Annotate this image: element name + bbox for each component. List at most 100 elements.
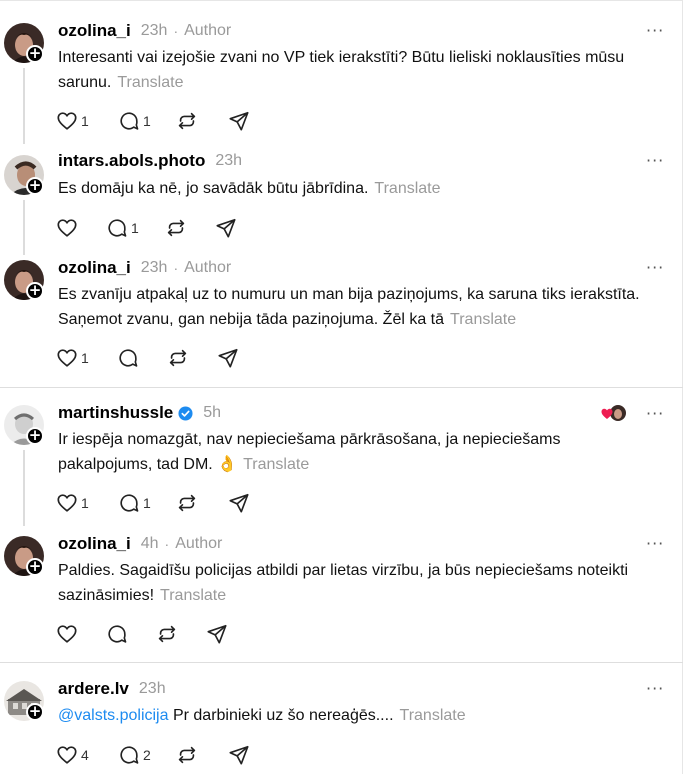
send-icon bbox=[229, 745, 249, 765]
share-button[interactable] bbox=[228, 109, 250, 133]
follow-plus-icon[interactable]: + bbox=[26, 45, 44, 63]
post-text: Es zvanīju atpakaļ uz to numuru un man b… bbox=[58, 282, 668, 332]
comment-icon bbox=[108, 219, 127, 237]
heart-icon bbox=[57, 494, 77, 512]
repost-icon bbox=[178, 494, 196, 512]
like-button[interactable]: 1 bbox=[56, 109, 118, 133]
heart-icon bbox=[57, 625, 77, 643]
avatar[interactable]: + bbox=[4, 536, 44, 576]
repost-icon bbox=[178, 746, 196, 764]
thread-divider bbox=[0, 387, 683, 388]
frame-top-border bbox=[0, 0, 683, 1]
post-text: @valsts.policija Pr darbinieki uz šo ner… bbox=[58, 703, 658, 728]
post-header: ozolina_i 23h · Author bbox=[58, 257, 231, 279]
more-options-icon[interactable]: ··· bbox=[646, 679, 664, 698]
translate-link[interactable]: Translate bbox=[400, 707, 466, 724]
comment-icon bbox=[120, 746, 139, 764]
post-actions: 1 bbox=[56, 216, 237, 240]
username[interactable]: ozolina_i bbox=[58, 534, 131, 554]
timestamp[interactable]: 5h bbox=[203, 404, 221, 422]
more-options-icon[interactable]: ··· bbox=[646, 404, 664, 423]
reply-button[interactable]: 1 bbox=[118, 109, 176, 133]
author-badge: Author bbox=[184, 259, 232, 276]
post-text-line: pakalpojums, tad DM. bbox=[58, 456, 213, 473]
more-options-icon[interactable]: ··· bbox=[646, 21, 664, 40]
translate-link[interactable]: Translate bbox=[117, 74, 183, 91]
post-actions: 1 bbox=[56, 346, 239, 370]
post-actions: 1 1 bbox=[56, 109, 250, 133]
like-count: 1 bbox=[81, 495, 89, 511]
username[interactable]: ardere.lv bbox=[58, 679, 129, 699]
separator-dot: · bbox=[173, 23, 179, 39]
follow-plus-icon[interactable]: + bbox=[26, 558, 44, 576]
like-button[interactable]: 4 bbox=[56, 743, 118, 767]
username[interactable]: intars.abols.photo bbox=[58, 151, 205, 171]
reply-count: 1 bbox=[143, 113, 151, 129]
repost-button[interactable] bbox=[156, 622, 206, 646]
more-options-icon[interactable]: ··· bbox=[646, 258, 664, 277]
follow-plus-icon[interactable]: + bbox=[26, 282, 44, 300]
post-actions: 1 1 bbox=[56, 491, 250, 515]
repost-button[interactable] bbox=[165, 216, 215, 240]
translate-link[interactable]: Translate bbox=[450, 311, 516, 328]
reply-button[interactable]: 2 bbox=[118, 743, 176, 767]
post-text-line: Ir iespēja nomazgāt, nav nepieciešama pā… bbox=[58, 431, 561, 448]
repost-button[interactable] bbox=[176, 491, 228, 515]
timestamp[interactable]: 4h bbox=[141, 535, 159, 553]
translate-link[interactable]: Translate bbox=[160, 587, 226, 604]
avatar[interactable]: + bbox=[4, 260, 44, 300]
repost-button[interactable] bbox=[176, 109, 228, 133]
thread-line bbox=[23, 450, 25, 526]
reply-button[interactable]: 1 bbox=[106, 216, 165, 240]
timestamp[interactable]: 23h bbox=[215, 152, 242, 170]
share-button[interactable] bbox=[228, 491, 250, 515]
reply-count: 1 bbox=[131, 220, 139, 236]
post-header: martinshussle 5h bbox=[58, 402, 221, 424]
ok-hand-emoji: 👌 bbox=[217, 456, 238, 473]
avatar[interactable]: + bbox=[4, 681, 44, 721]
share-button[interactable] bbox=[215, 216, 237, 240]
username[interactable]: ozolina_i bbox=[58, 21, 131, 41]
post-text-line: Es zvanīju atpakaļ uz to numuru un man b… bbox=[58, 286, 640, 303]
send-icon bbox=[229, 111, 249, 131]
liked-by-author-icon bbox=[601, 405, 626, 421]
like-count: 4 bbox=[81, 747, 89, 763]
reply-button[interactable]: 1 bbox=[118, 491, 176, 515]
username[interactable]: martinshussle bbox=[58, 403, 173, 423]
repost-button[interactable] bbox=[176, 743, 228, 767]
mention-link[interactable]: @valsts.policija bbox=[58, 707, 169, 724]
share-button[interactable] bbox=[217, 346, 239, 370]
timestamp[interactable]: 23h bbox=[139, 680, 166, 698]
follow-plus-icon[interactable]: + bbox=[26, 427, 44, 445]
post-header: ardere.lv 23h bbox=[58, 678, 166, 700]
avatar[interactable]: + bbox=[4, 155, 44, 195]
share-button[interactable] bbox=[206, 622, 228, 646]
more-options-icon[interactable]: ··· bbox=[646, 151, 664, 170]
like-button[interactable] bbox=[56, 622, 106, 646]
reply-count: 2 bbox=[143, 747, 151, 763]
like-button[interactable]: 1 bbox=[56, 491, 118, 515]
username[interactable]: ozolina_i bbox=[58, 258, 131, 278]
post-text: Paldies. Sagaidīšu policijas atbildi par… bbox=[58, 558, 668, 608]
repost-icon bbox=[178, 112, 196, 130]
like-button[interactable]: 1 bbox=[56, 346, 117, 370]
follow-plus-icon[interactable]: + bbox=[26, 177, 44, 195]
post-header: intars.abols.photo 23h bbox=[58, 150, 242, 172]
avatar[interactable]: + bbox=[4, 405, 44, 445]
repost-icon bbox=[169, 349, 187, 367]
post-text-content: Pr darbinieki uz šo nereaģēs.... bbox=[172, 707, 394, 724]
translate-link[interactable]: Translate bbox=[374, 180, 440, 197]
heart-icon bbox=[57, 746, 77, 764]
separator-dot: · bbox=[164, 536, 170, 552]
share-button[interactable] bbox=[228, 743, 250, 767]
reply-button[interactable] bbox=[117, 346, 167, 370]
avatar[interactable]: + bbox=[4, 23, 44, 63]
repost-button[interactable] bbox=[167, 346, 217, 370]
reply-button[interactable] bbox=[106, 622, 156, 646]
translate-link[interactable]: Translate bbox=[243, 456, 309, 473]
more-options-icon[interactable]: ··· bbox=[646, 534, 664, 553]
timestamp[interactable]: 23h bbox=[141, 22, 168, 40]
timestamp[interactable]: 23h bbox=[141, 259, 168, 277]
follow-plus-icon[interactable]: + bbox=[26, 703, 44, 721]
like-button[interactable] bbox=[56, 216, 106, 240]
